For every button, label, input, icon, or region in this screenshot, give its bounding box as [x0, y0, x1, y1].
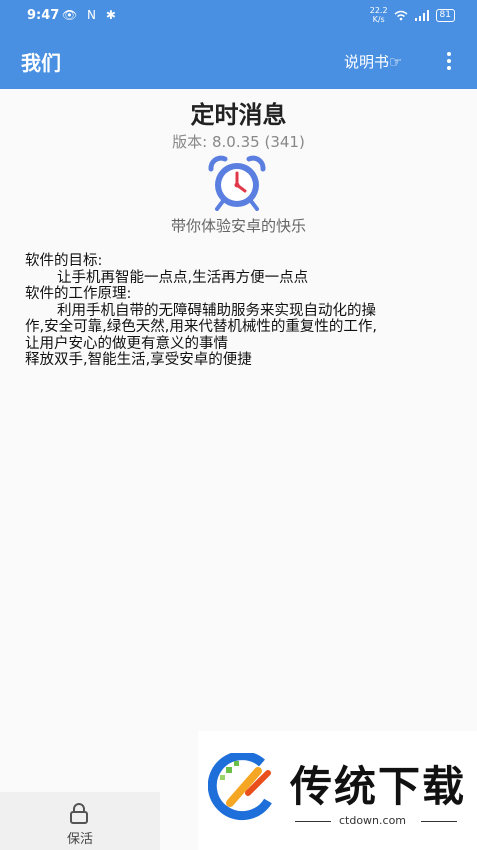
status-icons: 👁 N ✱ — [62, 8, 119, 22]
network-speed-unit: K/s — [372, 15, 385, 24]
network-speed: 22.2 K/s — [370, 6, 388, 24]
description-line: 让手机再智能一点点,生活再方便一点点 — [57, 269, 309, 286]
version-label: 版本: 8.0.35 (341) — [172, 133, 305, 151]
description-line: 让用户安心的做更有意义的事情 — [25, 335, 228, 352]
signal-icon — [414, 9, 429, 21]
more-options-icon[interactable] — [441, 50, 457, 70]
description-line: 作,安全可靠,绿色天然,用来代替机械性的重复性的工作, — [25, 319, 377, 335]
alarm-clock-icon — [208, 155, 266, 211]
lock-icon — [70, 803, 88, 824]
description-line: 释放双手,智能生活,享受安卓的便捷 — [25, 352, 252, 368]
status-indicators: 22.2 K/s 81 — [370, 6, 455, 24]
description-line: 利用手机自带的无障碍辅助服务来实现自动化的操 — [57, 302, 376, 319]
watermark-divider — [421, 821, 457, 822]
description: 软件的目标: 让手机再智能一点点,生活再方便一点点 软件的工作原理: 利用手机自… — [25, 253, 455, 369]
watermark-brand: 传统下载 — [290, 762, 467, 811]
slogan: 带你体验安卓的快乐 — [170, 217, 306, 235]
app-name: 定时消息 — [190, 101, 287, 129]
manual-button[interactable]: 说明书☞ — [344, 51, 402, 72]
app-bar: 我们 说明书☞ — [0, 32, 477, 89]
bottom-nav-keep-alive[interactable]: 保活 — [0, 792, 160, 850]
watermark: 传统下载 ctdown.com — [198, 731, 477, 850]
status-time: 9:47 — [27, 8, 60, 23]
wifi-icon — [394, 10, 408, 20]
page-title: 我们 — [21, 51, 61, 75]
watermark-logo — [208, 753, 272, 821]
battery-indicator: 81 — [435, 8, 455, 22]
keep-alive-label: 保活 — [66, 832, 93, 847]
description-line: 软件的目标: — [25, 253, 103, 269]
network-speed-value: 22.2 — [369, 6, 388, 15]
description-line: 软件的工作原理: — [25, 286, 132, 302]
status-bar: 9:47 👁 N ✱ 22.2 K/s 81 — [0, 0, 477, 32]
